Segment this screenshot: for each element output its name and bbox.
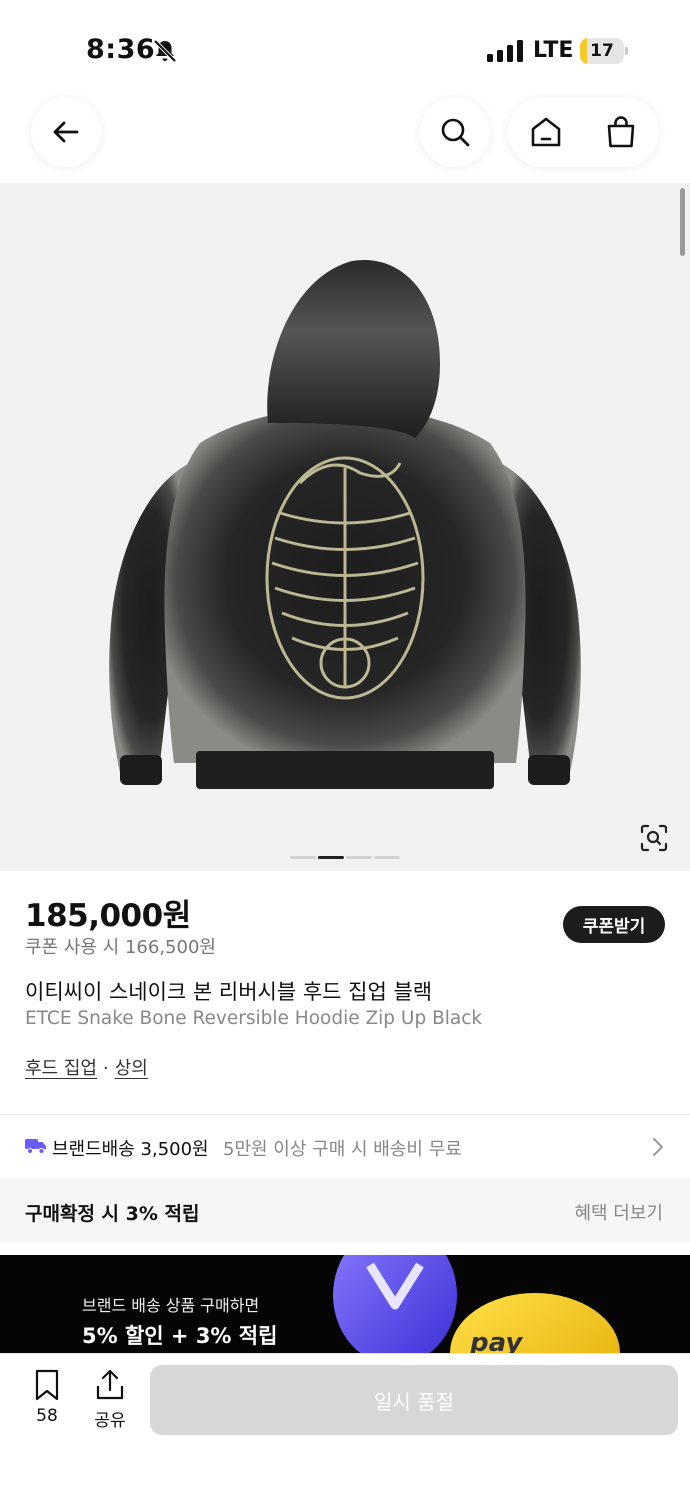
shipping-row[interactable]: 브랜드배송 3,500원 5만원 이상 구매 시 배송비 무료 (0, 1115, 690, 1179)
visual-search-icon[interactable] (638, 822, 670, 854)
points-row: 구매확정 시 3% 적립 혜택 더보기 (0, 1179, 690, 1243)
wishlist-button[interactable]: 58 (22, 1368, 72, 1430)
chevron-right-icon (653, 1138, 663, 1156)
parent-category-link[interactable]: 상의 (115, 1058, 148, 1079)
coupon-price: 쿠폰 사용 시 166,500원 (25, 937, 216, 958)
share-label: 공유 (94, 1411, 126, 1431)
shopping-bag-icon (607, 116, 635, 148)
home-button[interactable] (509, 97, 584, 167)
share-icon (96, 1369, 124, 1400)
search-icon (441, 118, 470, 147)
carousel-dots (290, 856, 402, 860)
bookmark-icon (35, 1369, 59, 1401)
category-breadcrumb: 후드 집업 · 상의 (25, 1054, 148, 1080)
more-benefits-link[interactable]: 혜택 더보기 (574, 1199, 663, 1225)
search-button[interactable] (420, 97, 490, 167)
coin-text: pay (469, 1328, 523, 1353)
product-image[interactable] (0, 183, 690, 871)
network-label: LTE (533, 38, 574, 63)
sold-out-button[interactable]: 일시 품절 (150, 1365, 678, 1435)
scroll-indicator[interactable] (680, 188, 685, 256)
home-cart-group (508, 97, 659, 167)
battery-level: 17 (590, 41, 614, 61)
breadcrumb-separator: · (102, 1058, 109, 1079)
share-button[interactable]: 공유 (85, 1368, 135, 1431)
banner-coins-illustration: pay (333, 1255, 620, 1353)
category-link[interactable]: 후드 집업 (25, 1058, 97, 1079)
promo-banner[interactable]: 브랜드 배송 상품 구매하면 5% 할인 + 3% 적립 pay (0, 1255, 690, 1353)
points-label: 구매확정 시 3% 적립 (25, 1203, 200, 1225)
status-time: 8:36 (86, 34, 156, 65)
signal-icon (487, 40, 523, 62)
carousel-dot[interactable] (346, 856, 372, 859)
get-coupon-button[interactable]: 쿠폰받기 (563, 906, 665, 943)
carousel-dot[interactable] (374, 856, 400, 859)
bottom-action-bar: 58 공유 일시 품절 (0, 1353, 690, 1500)
banner-subtitle: 브랜드 배송 상품 구매하면 (82, 1296, 260, 1315)
battery-icon: 17 (580, 38, 628, 64)
product-price: 185,000원 (25, 898, 191, 934)
shipping-note: 5만원 이상 구매 시 배송비 무료 (223, 1139, 462, 1160)
arrow-left-icon (53, 121, 79, 143)
cart-button[interactable] (584, 97, 659, 167)
back-button[interactable] (31, 97, 101, 167)
shipping-label: 브랜드배송 3,500원 (52, 1139, 209, 1160)
home-icon (531, 117, 561, 147)
product-name-english: ETCE Snake Bone Reversible Hoodie Zip Up… (25, 1008, 483, 1029)
truck-icon (25, 1139, 46, 1154)
product-name-korean: 이티씨이 스네이크 본 리버시블 후드 집업 블랙 (25, 980, 433, 1004)
status-bar: 8:36 LTE 17 (0, 0, 690, 100)
hoodie-illustration (109, 259, 581, 789)
wishlist-count: 58 (36, 1406, 58, 1426)
banner-title: 5% 할인 + 3% 적립 (82, 1324, 278, 1348)
bell-muted-icon (153, 39, 177, 63)
carousel-dot[interactable] (290, 856, 316, 859)
carousel-dot[interactable] (318, 856, 344, 859)
